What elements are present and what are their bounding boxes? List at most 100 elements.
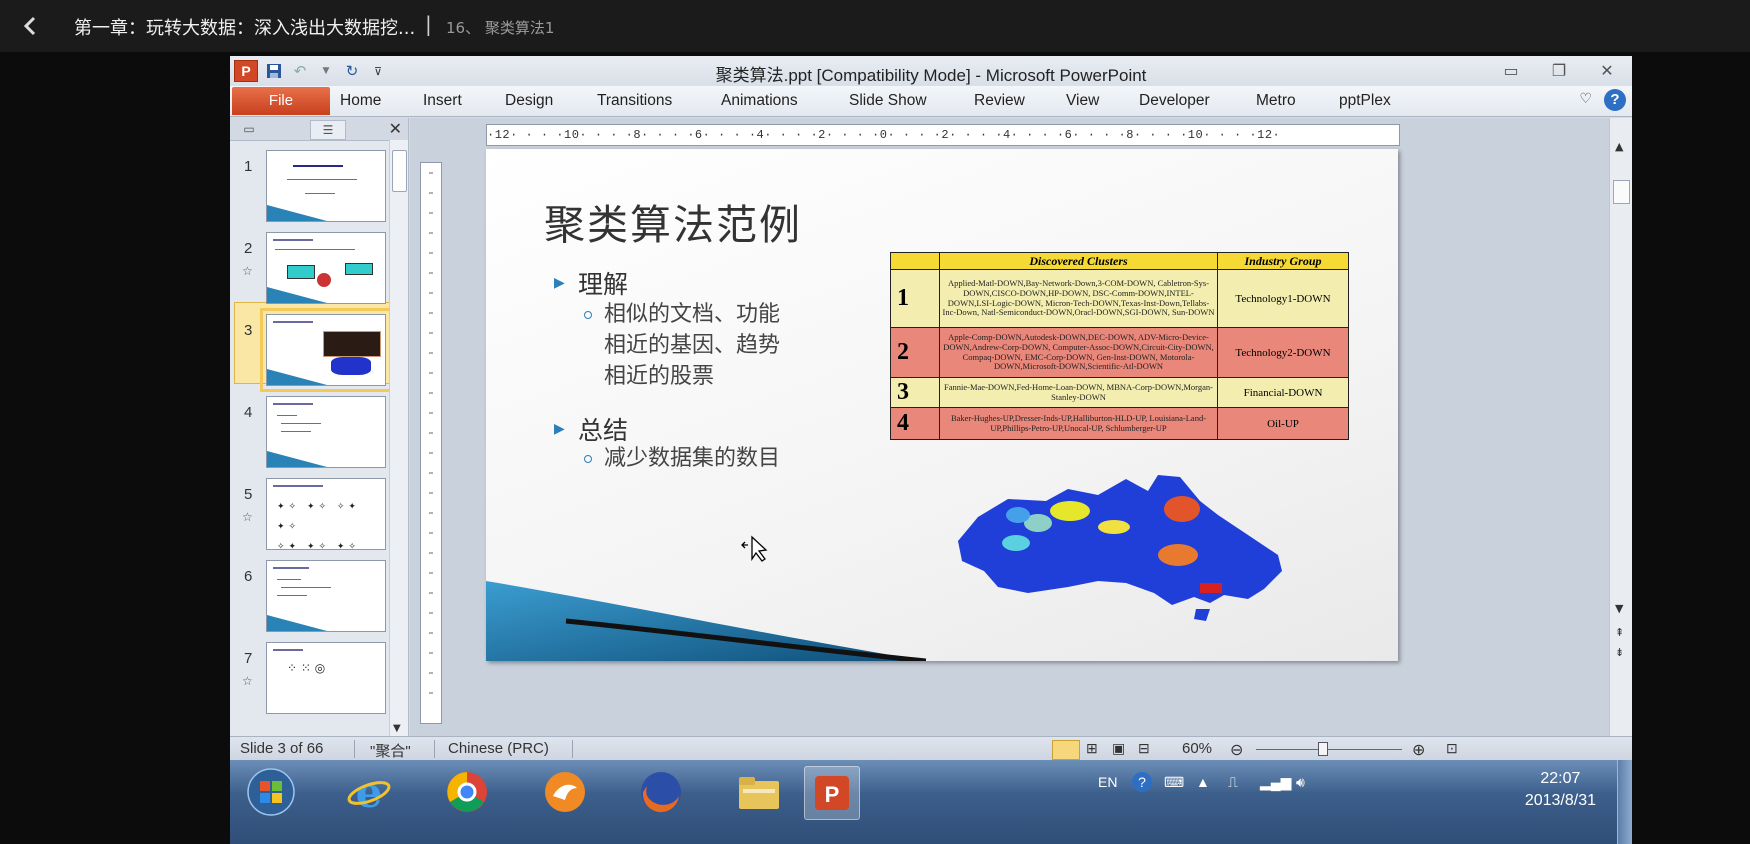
scroll-down-icon[interactable]: ▼	[393, 723, 401, 734]
player-header: 第一章：玩转大数据：深入浅出大数据挖... | 16、 聚类算法1	[0, 0, 1750, 52]
slide-sorter-icon[interactable]: ⊞	[1086, 740, 1098, 757]
slide-title: 聚类算法范例	[544, 201, 802, 249]
slide-number: 6	[244, 568, 253, 585]
dropdown-arrow-icon[interactable]: ▼	[316, 62, 336, 80]
tab-transitions[interactable]: Transitions	[597, 92, 672, 110]
tab-animations[interactable]: Animations	[721, 92, 798, 110]
scroll-down-icon[interactable]: ▼	[1615, 602, 1623, 615]
title-separator: |	[425, 12, 432, 36]
tab-review[interactable]: Review	[974, 92, 1025, 110]
slide-edit-area: ·12· · · ·10· · · ·8· · · ·6· · · ·4· · …	[410, 118, 1632, 736]
sub-bullet-line-3: 相近的股票	[604, 364, 715, 389]
panel-close-icon[interactable]: ✕	[389, 119, 402, 138]
window-title: 聚类算法.ppt [Compatibility Mode] - Microsof…	[715, 66, 1147, 85]
powerpoint-window: 聚类算法.ppt [Compatibility Mode] - Microsof…	[230, 56, 1632, 844]
tab-slide-show[interactable]: Slide Show	[849, 92, 927, 110]
network-device-icon[interactable]: ⎍	[1228, 774, 1238, 791]
table-row: 3 Fannie-Mae-DOWN,Fed-Home-Loan-DOWN, MB…	[890, 377, 1349, 408]
chevron-left-icon[interactable]	[18, 13, 44, 39]
table-header-blank	[890, 252, 940, 270]
windows-start-icon[interactable]	[244, 766, 298, 818]
undo-icon[interactable]: ↶	[290, 62, 310, 80]
tab-developer[interactable]: Developer	[1139, 92, 1210, 110]
input-language[interactable]: EN	[1098, 774, 1117, 790]
table-header-row: Discovered Clusters Industry Group	[890, 252, 1349, 270]
zoom-out-icon[interactable]: ⊖	[1230, 740, 1243, 760]
show-hidden-icons[interactable]: ▲	[1196, 774, 1210, 790]
show-desktop-button[interactable]	[1617, 760, 1632, 844]
cluster-members: Apple-Comp-DOWN,Autodesk-DOWN,DEC-DOWN, …	[939, 327, 1218, 378]
help-icon[interactable]: ?	[1604, 89, 1626, 111]
scroll-thumb[interactable]	[392, 150, 407, 192]
svg-text:P: P	[825, 782, 840, 807]
australia-cluster-map	[958, 475, 1282, 621]
signal-icon[interactable]: ▂▄▆	[1260, 774, 1291, 791]
panel-tabs: ▭ ☰ ✕	[230, 118, 408, 141]
zoom-level[interactable]: 60%	[1182, 740, 1212, 757]
slide-thumbnail-image: ✦✧ ✦✧ ✧✦ ✦✧✧✦ ✦✧ ✦✧ ✧✦	[266, 478, 386, 550]
cluster-number: 2	[890, 327, 940, 378]
slides-panel-scrollbar[interactable]: ▼	[389, 140, 408, 736]
current-slide[interactable]: 聚类算法范例 ▶ 理解 相似的文档、功能 相近的基因、趋势 相近的股票 ▶ 总结…	[486, 149, 1398, 661]
help-tray-icon[interactable]: ?	[1132, 772, 1152, 792]
redo-icon[interactable]: ↻	[342, 62, 362, 80]
title-bar: 聚类算法.ppt [Compatibility Mode] - Microsof…	[230, 56, 1632, 86]
explorer-icon[interactable]	[732, 766, 786, 818]
industry-group: Technology1-DOWN	[1217, 269, 1349, 328]
tab-view[interactable]: View	[1066, 92, 1099, 110]
slides-panel: ▭ ☰ ✕ 1 2 ☆ 3 4 5 ☆ ✦✧ ✦✧ ✧✦ ✦✧ ✧✦ ✦✧ ✦✧…	[230, 118, 409, 736]
chrome-icon[interactable]	[440, 766, 494, 818]
restore-icon[interactable]: ❐	[1542, 58, 1576, 82]
slides-tab-icon[interactable]: ▭	[232, 120, 266, 138]
powerpoint-icon[interactable]: P	[804, 766, 860, 820]
tab-design[interactable]: Design	[505, 92, 553, 110]
table-header-clusters: Discovered Clusters	[939, 252, 1218, 270]
tab-home[interactable]: Home	[340, 92, 381, 110]
scroll-thumb[interactable]	[1613, 180, 1630, 204]
app-icon[interactable]	[538, 766, 592, 818]
tab-insert[interactable]: Insert	[423, 92, 462, 110]
normal-view-icon[interactable]	[1052, 740, 1080, 760]
customize-qat-icon[interactable]: ⊽	[368, 62, 388, 80]
minimize-icon[interactable]: ▭	[1494, 58, 1528, 82]
close-icon[interactable]: ✕	[1590, 58, 1624, 82]
theme-name: "聚合"	[370, 743, 411, 760]
fit-to-window-icon[interactable]: ⊡	[1446, 740, 1458, 757]
table-row: 2 Apple-Comp-DOWN,Autodesk-DOWN,DEC-DOWN…	[890, 327, 1349, 378]
previous-slide-icon[interactable]: ⇞	[1615, 626, 1624, 639]
cluster-members: Baker-Hughes-UP,Dresser-Inds-UP,Hallibur…	[939, 407, 1218, 440]
next-slide-icon[interactable]: ⇟	[1615, 646, 1624, 659]
volume-icon[interactable]: 🔊︎	[1296, 774, 1305, 791]
outline-tab-icon[interactable]: ☰	[310, 120, 346, 140]
cluster-number: 1	[890, 269, 940, 328]
svg-text:e: e	[356, 769, 383, 815]
reading-view-icon[interactable]: ▣	[1112, 740, 1125, 757]
quick-access-toolbar: P ↶ ▼ ↻ ⊽	[234, 60, 388, 82]
scroll-up-icon[interactable]: ▲	[1615, 140, 1623, 153]
keyboard-tray-icon[interactable]: ⌨	[1164, 774, 1184, 791]
tab-file[interactable]: File	[232, 87, 330, 115]
ribbon-collapse-icon[interactable]: ♡	[1579, 91, 1592, 107]
tab-pptplex[interactable]: pptPlex	[1339, 92, 1391, 110]
bullet-summary: 总结	[578, 416, 629, 445]
firefox-icon[interactable]	[634, 766, 688, 818]
internet-explorer-icon[interactable]: e	[342, 766, 396, 818]
vertical-ruler-ticks	[429, 172, 433, 694]
slide-scrollbar[interactable]: ▲ ▼ ⇞ ⇟	[1609, 118, 1632, 736]
sub-bullet-icon	[584, 455, 592, 463]
powerpoint-logo-icon[interactable]: P	[234, 60, 258, 82]
zoom-in-icon[interactable]: ⊕	[1412, 740, 1425, 760]
slideshow-view-icon[interactable]: ⊟	[1138, 740, 1150, 757]
animation-star-icon: ☆	[242, 510, 253, 524]
sub-bullet-line-2: 相近的基因、趋势	[604, 333, 781, 358]
tab-metro[interactable]: Metro	[1256, 92, 1296, 110]
move-cursor-icon	[741, 535, 768, 562]
language-indicator[interactable]: Chinese (PRC)	[448, 740, 549, 757]
slide-number: 5	[244, 486, 253, 503]
zoom-slider[interactable]	[1256, 749, 1402, 750]
cluster-number: 3	[890, 377, 940, 408]
zoom-slider-knob[interactable]	[1317, 742, 1328, 756]
slide-count: Slide 3 of 66	[240, 740, 324, 757]
save-icon[interactable]	[264, 62, 284, 80]
system-clock[interactable]: 22:07 2013/8/31	[1525, 768, 1596, 812]
